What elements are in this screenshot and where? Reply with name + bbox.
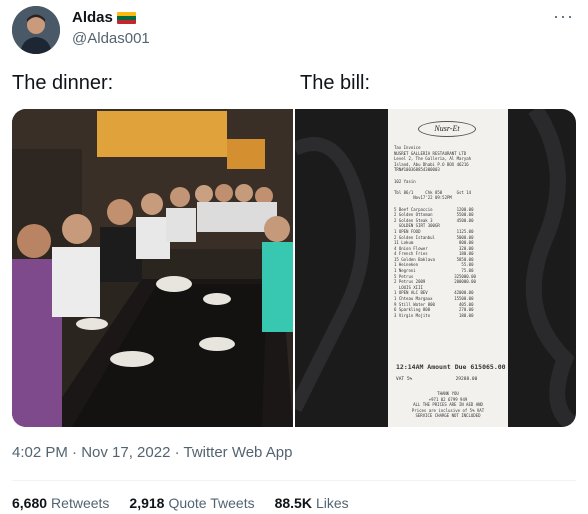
avatar-image [12,6,60,54]
quote-tweets-label: Quote Tweets [168,495,255,511]
receipt-vat: VAT 5% 29288.00 [396,377,478,382]
author-handle[interactable]: @Aldas001 [72,30,150,47]
avatar[interactable] [12,6,60,54]
author-display-name[interactable]: Aldas [72,9,113,26]
retweets-label: Retweets [51,495,110,511]
likes-label: Likes [315,495,349,511]
tweet-timestamp[interactable]: 4:02 PM · Nov 17, 2022 · Twitter Web App [12,444,292,461]
lithuania-flag-icon [116,11,136,24]
retweets-count: 6,680 [12,495,48,511]
tweet-stats: 6,680 Retweets 2,918 Quote Tweets 88.5K Lik… [12,495,349,511]
dinner-photo[interactable] [12,109,293,427]
bill-photo[interactable]: Nusr-Et Tax Invoice NUSRET GALLERIA REST… [295,109,576,427]
receipt-items: Tax Invoice NUSRET GALLERIA RESTAURANT L… [394,145,476,318]
more-icon[interactable]: ··· [553,6,574,27]
divider [12,480,576,481]
restaurant-logo: Nusr-Et [418,121,476,137]
retweets-stat[interactable]: 6,680 Retweets [12,495,109,511]
receipt: Nusr-Et Tax Invoice NUSRET GALLERIA REST… [388,109,508,427]
likes-count: 88.5K [274,495,312,511]
quote-tweets-count: 2,918 [129,495,165,511]
tweet-media[interactable]: Nusr-Et Tax Invoice NUSRET GALLERIA REST… [12,109,576,427]
caption-bill: The bill: [300,72,371,94]
caption-dinner: The dinner: [12,72,114,94]
receipt-amount-due: 12:14AM Amount Due 615065.00 [396,363,506,371]
quote-tweets-stat[interactable]: 2,918 Quote Tweets [129,495,254,511]
receipt-footer: THANK YOU +971 02 6799 949 ALL THE PRICE… [411,391,485,418]
likes-stat[interactable]: 88.5K Likes [275,495,349,511]
